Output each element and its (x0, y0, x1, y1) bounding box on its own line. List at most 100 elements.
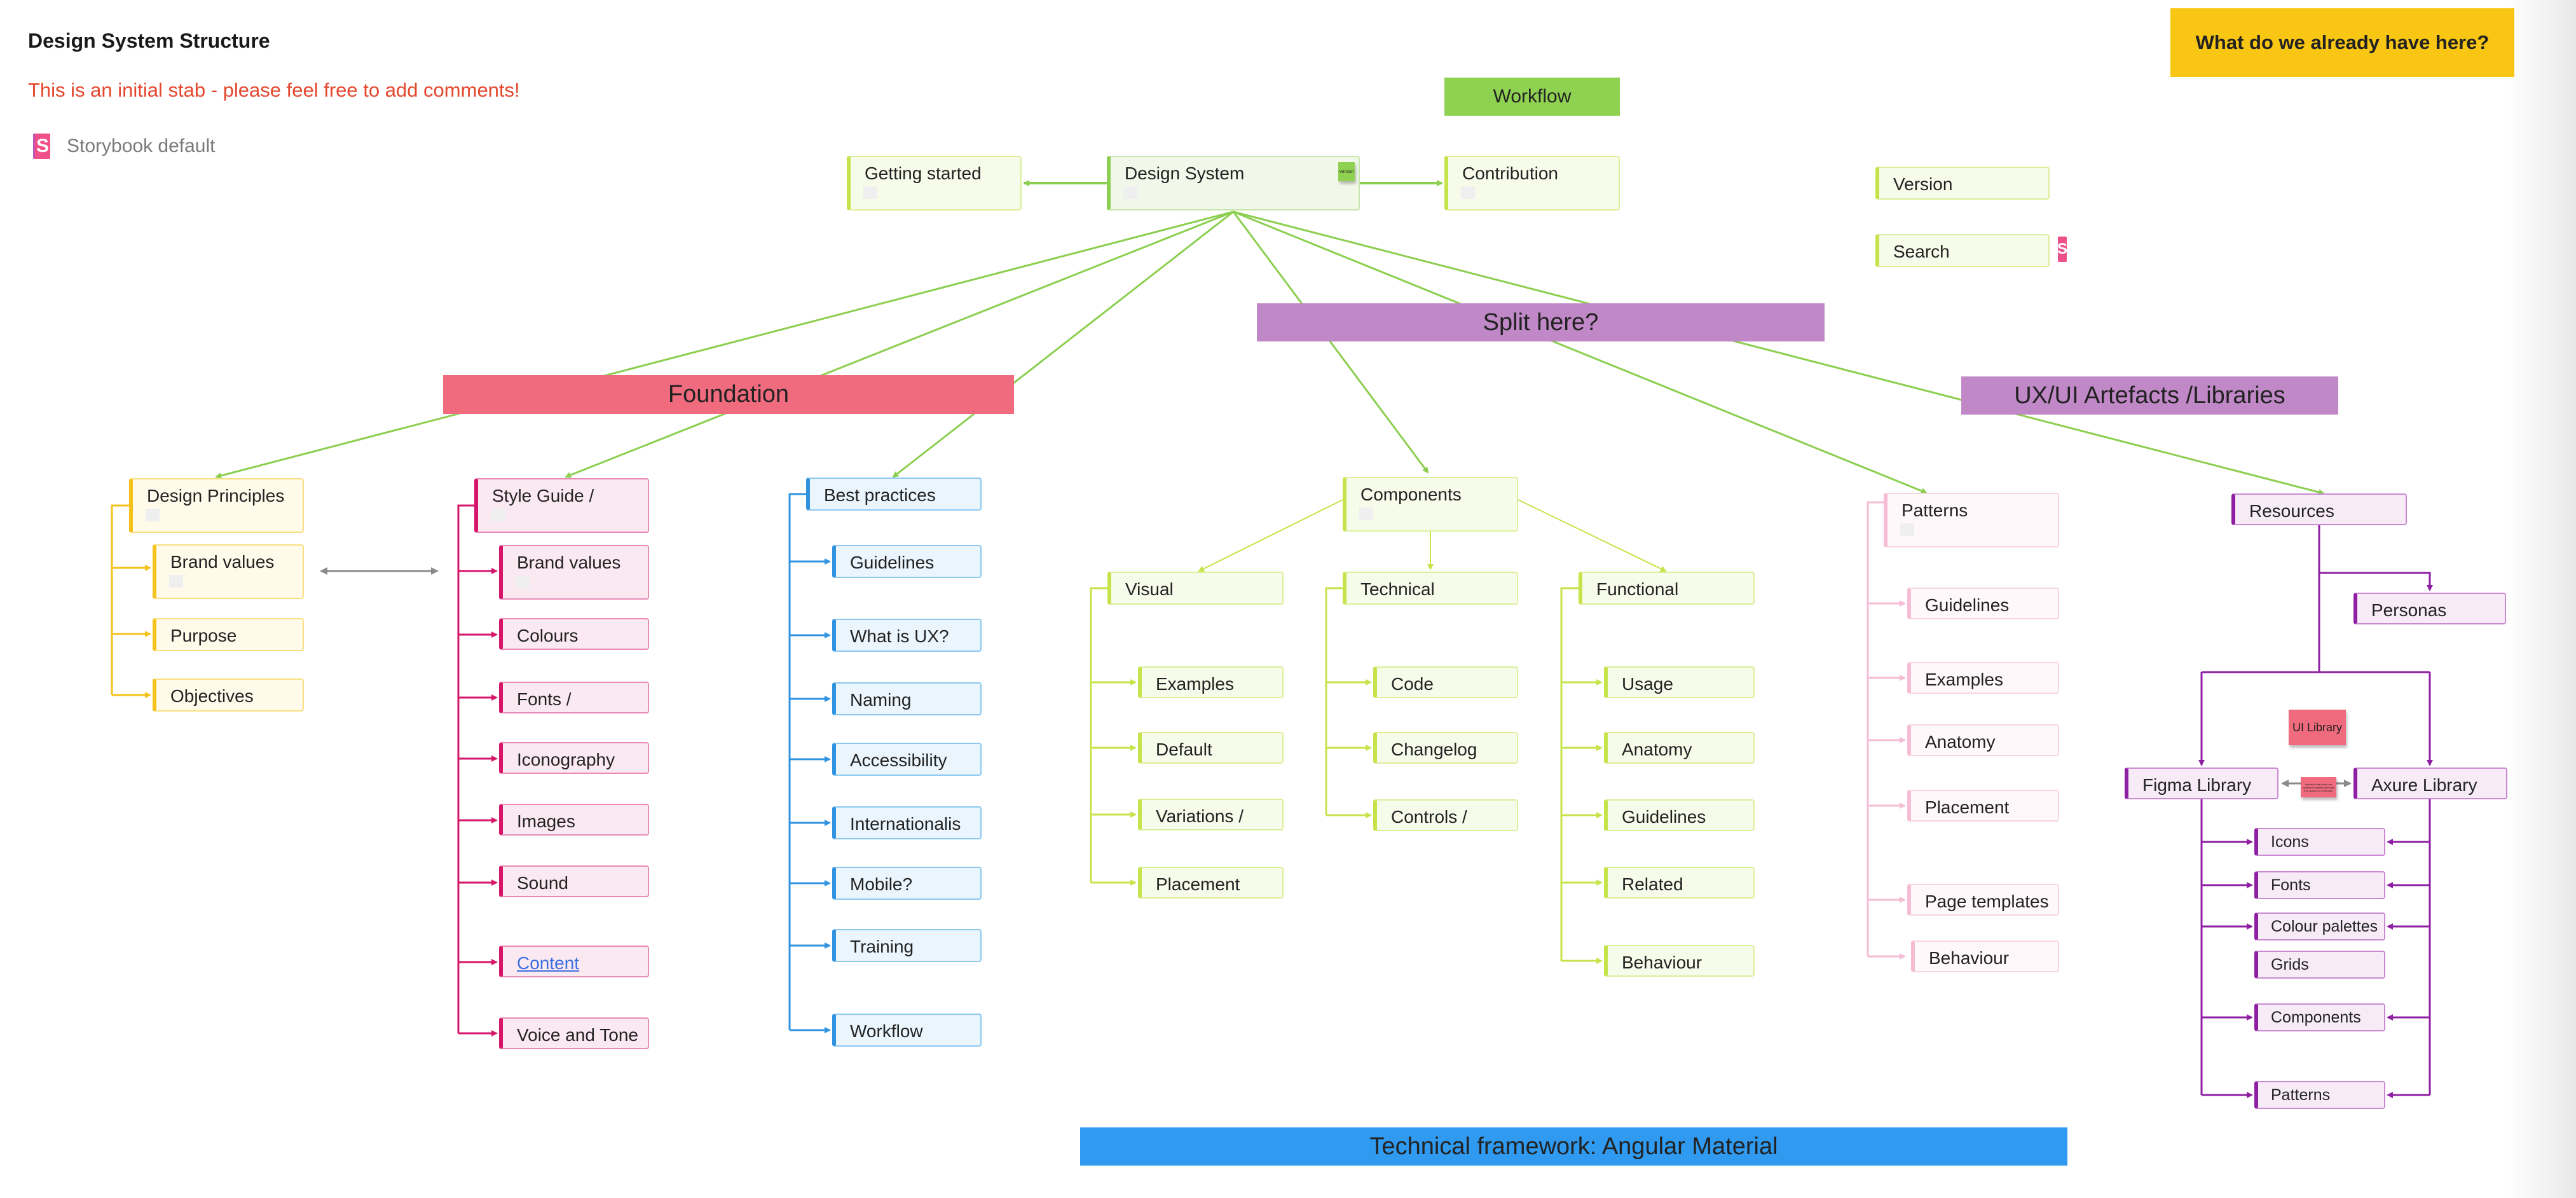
node-label: Training (850, 937, 914, 956)
node-sg-content[interactable]: Content (499, 946, 649, 977)
artefacts-banner[interactable]: UX/UI Artefacts /Libraries (1961, 376, 2338, 415)
node-functional-guidelines[interactable]: Guidelines (1604, 799, 1755, 831)
node-visual-default[interactable]: Default (1138, 732, 1284, 764)
node-bp-naming[interactable]: Naming (832, 682, 982, 715)
node-comp-functional[interactable]: Functional (1579, 572, 1755, 605)
node-sg-brand-values[interactable]: Brand values (499, 545, 649, 600)
storybook-label: Storybook default (67, 135, 216, 156)
node-search[interactable]: Search (1875, 234, 2050, 267)
node-comp-components[interactable]: Components (1343, 477, 1518, 532)
framework-banner[interactable]: Technical framework: Angular Material (1080, 1127, 2067, 1166)
node-comp-visual[interactable]: Visual (1107, 572, 1284, 605)
node-bp-workflow[interactable]: Workflow (832, 1014, 982, 1047)
node-visual-placement[interactable]: Placement (1138, 867, 1284, 898)
node-bp-guidelines[interactable]: Guidelines (832, 545, 982, 578)
node-sg-voice-and-tone[interactable]: Voice and Tone (499, 1017, 649, 1049)
node-bp-training[interactable]: Training (832, 929, 982, 962)
node-version[interactable]: Version (1875, 167, 2050, 200)
node-bp-internationalis[interactable]: Internationalis (832, 806, 982, 839)
node-functional-related[interactable]: Related (1604, 867, 1755, 898)
node-pat-placement[interactable]: Placement (1907, 790, 2059, 822)
node-sg-style-guide[interactable]: Style Guide / (474, 478, 649, 533)
node-sg-iconography[interactable]: Iconography (499, 742, 649, 774)
node-res-resources[interactable]: Resources (2231, 493, 2407, 525)
node-bp-mobile[interactable]: Mobile? (832, 867, 982, 900)
node-label: Design System (1125, 163, 1245, 183)
node-label: Images (517, 811, 575, 831)
tree-trunk (1560, 587, 1579, 961)
board-note: This is an initial stab - please feel fr… (28, 79, 520, 101)
node-visual-examples[interactable]: Examples (1138, 666, 1284, 698)
node-label: Placement (1925, 797, 2010, 817)
node-label: Style Guide / (492, 486, 594, 506)
artefacts-text: UX/UI Artefacts /Libraries (2014, 382, 2285, 409)
question-banner[interactable]: What do we already have here? (2170, 8, 2514, 77)
node-visual-variations[interactable]: Variations / (1138, 799, 1284, 830)
hub-branch (215, 210, 1234, 479)
node-sg-fonts[interactable]: Fonts / (499, 682, 649, 713)
node-functional-anatomy[interactable]: Anatomy (1604, 732, 1755, 764)
node-label: Iconography (517, 750, 615, 769)
node-label: Getting started (865, 163, 982, 183)
node-label: Variations / (1156, 806, 1243, 826)
node-bp-what-is-ux[interactable]: What is UX? (832, 619, 982, 652)
tree-trunk (1325, 587, 1343, 815)
node-comp-technical[interactable]: Technical (1343, 572, 1518, 605)
node-pat-patterns[interactable]: Patterns (1884, 493, 2059, 547)
node-label: Anatomy (1622, 740, 1692, 759)
node-bp-accessibility[interactable]: Accessibility (832, 743, 982, 776)
node-sg-sound[interactable]: Sound (499, 865, 649, 897)
node-bp-best-practices[interactable]: Best practices (806, 478, 982, 511)
node-lib-icons[interactable]: Icons (2254, 828, 2385, 856)
node-label: Brand values (170, 552, 275, 572)
node-design-system[interactable]: Design System Version (1107, 156, 1360, 210)
node-lib-patterns[interactable]: Patterns (2254, 1081, 2385, 1109)
node-label: Default (1156, 740, 1212, 759)
version-sticky[interactable]: Version (1338, 162, 1355, 181)
node-lib-fonts[interactable]: Fonts (2254, 871, 2385, 899)
node-label: Grids (2271, 956, 2309, 974)
node-label: Colours (517, 626, 579, 645)
node-sg-colours[interactable]: Colours (499, 618, 649, 650)
node-label: Behaviour (1929, 948, 2010, 968)
node-lib-grids[interactable]: Grids (2254, 951, 2385, 979)
node-lib-components[interactable]: Components (2254, 1003, 2385, 1031)
node-label: Mobile? (850, 874, 913, 894)
node-res-axure-library[interactable]: Axure Library (2353, 768, 2507, 799)
foundation-banner[interactable]: Foundation (443, 375, 1014, 414)
node-res-personas[interactable]: Personas (2353, 593, 2506, 624)
node-label: Guidelines (1925, 595, 2010, 615)
node-dp-design-principles[interactable]: Design Principles (129, 478, 304, 533)
node-functional-behaviour[interactable]: Behaviour (1604, 945, 1755, 977)
node-label: Best practices (824, 485, 936, 505)
node-res-figma-library[interactable]: Figma Library (2125, 768, 2278, 799)
node-getting-started[interactable]: Getting started (847, 156, 1022, 210)
node-label: Guidelines (1622, 807, 1706, 827)
node-dp-objectives[interactable]: Objectives (153, 678, 304, 712)
node-contribution[interactable]: Contribution (1444, 156, 1620, 210)
node-pat-guidelines[interactable]: Guidelines (1907, 588, 2059, 619)
node-dp-brand-values[interactable]: Brand values (153, 544, 304, 599)
node-pat-examples[interactable]: Examples (1907, 662, 2059, 694)
node-technical-code[interactable]: Code (1373, 666, 1518, 698)
workflow-banner[interactable]: Workflow (1444, 78, 1620, 116)
node-dp-purpose[interactable]: Purpose (153, 618, 304, 651)
node-pat-anatomy[interactable]: Anatomy (1907, 724, 2059, 756)
node-functional-usage[interactable]: Usage (1604, 666, 1755, 698)
node-label: Personas (2371, 600, 2447, 620)
node-link[interactable]: Content (517, 953, 579, 974)
hub-branch (565, 210, 1234, 478)
parallel-update-sticky[interactable]: Important that these are updated in para… (2301, 777, 2336, 797)
storybook-link[interactable]: S Storybook default (33, 134, 215, 159)
node-lib-colour-palettes[interactable]: Colour palettes (2254, 912, 2385, 940)
ui-library-sticky[interactable]: UI Library (2289, 710, 2346, 745)
node-sg-images[interactable]: Images (499, 804, 649, 836)
node-pat-behaviour[interactable]: Behaviour (1911, 940, 2059, 972)
node-technical-changelog[interactable]: Changelog (1373, 732, 1518, 764)
node-label: Fonts (2271, 876, 2311, 894)
node-label: Figma Library (2142, 775, 2252, 795)
node-technical-controls[interactable]: Controls / (1373, 799, 1518, 831)
split-banner[interactable]: Split here? (1257, 303, 1825, 341)
node-pat-page-templates[interactable]: Page templates (1907, 884, 2059, 916)
storybook-icon[interactable]: S (2057, 237, 2067, 262)
